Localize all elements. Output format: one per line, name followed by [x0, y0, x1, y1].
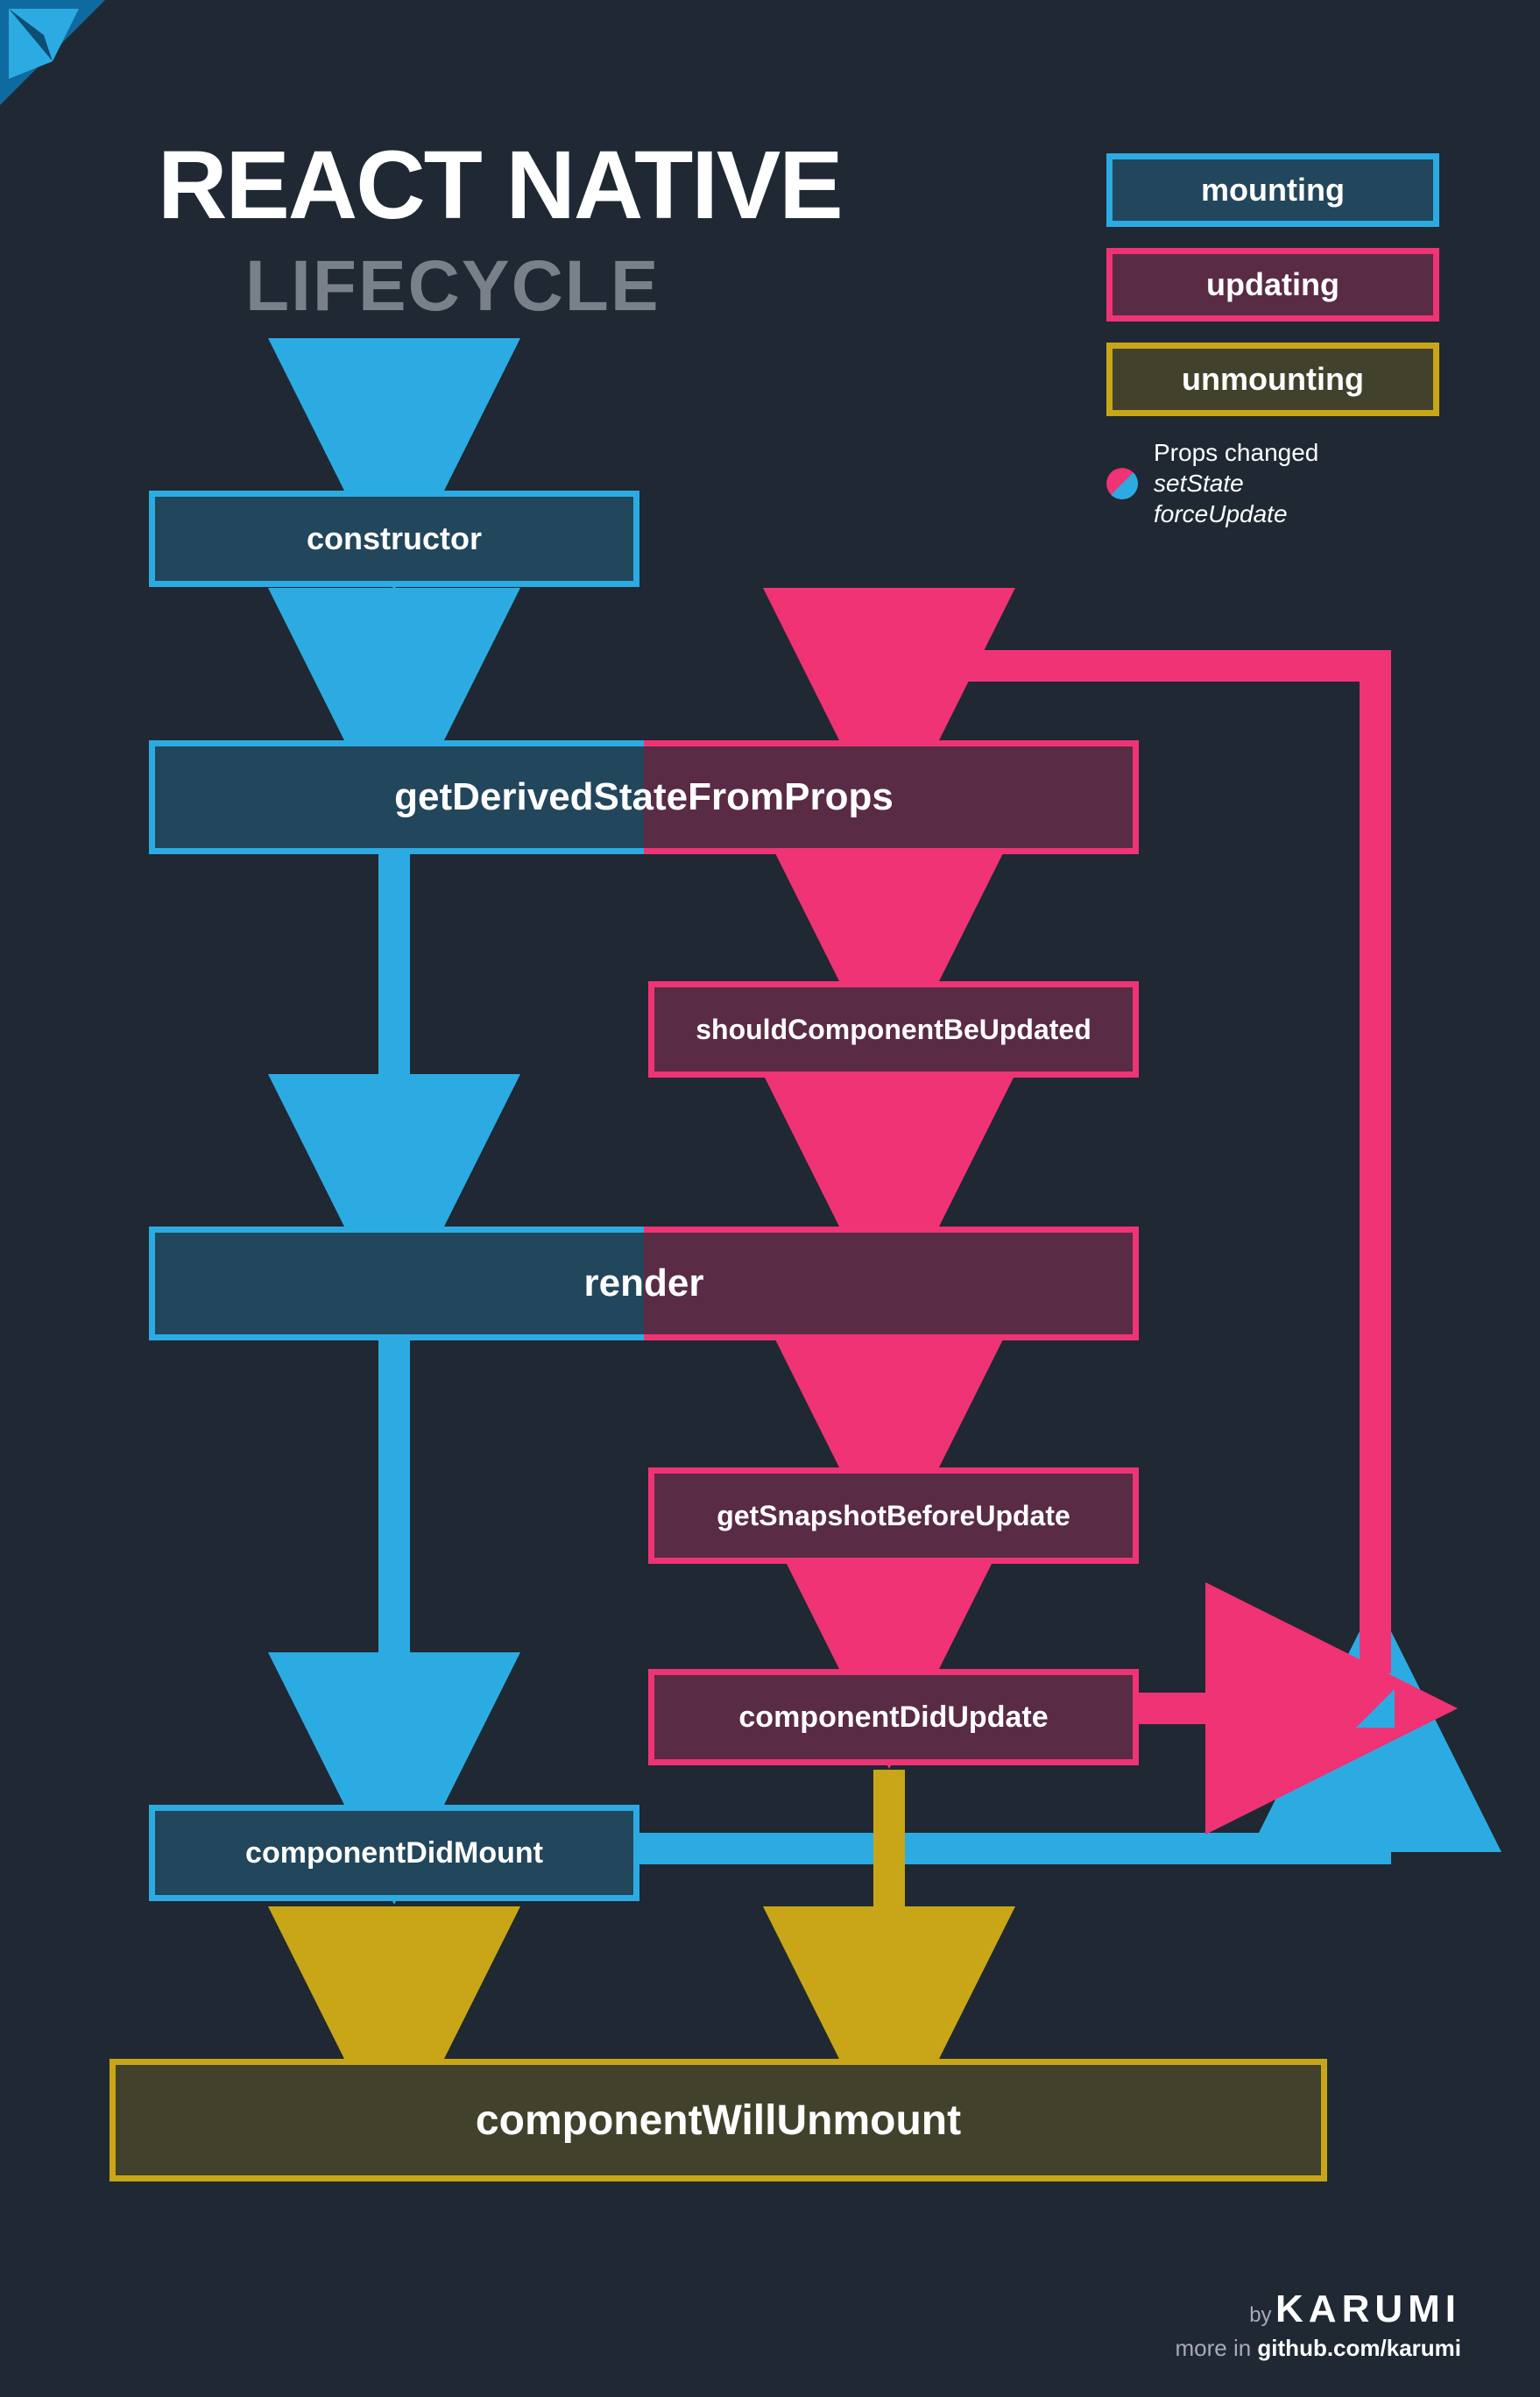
footer-more-label: more in [1175, 2335, 1251, 2361]
footer-link[interactable]: github.com/karumi [1257, 2335, 1461, 2361]
node-constructor: constructor [149, 491, 639, 587]
node-getSnapshotBeforeUpdate: getSnapshotBeforeUpdate [648, 1467, 1139, 1564]
node-componentWillUnmount: componentWillUnmount [109, 2059, 1327, 2181]
node-shouldComponentBeUpdated: shouldComponentBeUpdated [648, 981, 1139, 1078]
node-didUpdate-label: componentDidUpdate [738, 1701, 1048, 1735]
arrows-layer [0, 0, 1540, 2397]
node-getDerivedStateFromProps: getDerivedStateFromProps [149, 740, 1139, 854]
node-getSnapshot-label: getSnapshotBeforeUpdate [717, 1500, 1070, 1532]
footer: by KARUMI more in github.com/karumi [1175, 2287, 1461, 2362]
node-componentDidUpdate: componentDidUpdate [648, 1669, 1139, 1765]
node-getDerived-label: getDerivedStateFromProps [394, 775, 894, 819]
footer-by-label: by [1249, 2303, 1271, 2327]
node-render-label: render [584, 1262, 704, 1305]
node-render: render [149, 1227, 1139, 1340]
node-didMount-label: componentDidMount [245, 1836, 543, 1870]
node-constructor-label: constructor [307, 520, 482, 557]
footer-brand: KARUMI [1275, 2287, 1461, 2330]
node-componentDidMount: componentDidMount [149, 1805, 639, 1901]
node-willUnmount-label: componentWillUnmount [476, 2096, 961, 2145]
node-shouldUpdate-label: shouldComponentBeUpdated [696, 1014, 1091, 1046]
